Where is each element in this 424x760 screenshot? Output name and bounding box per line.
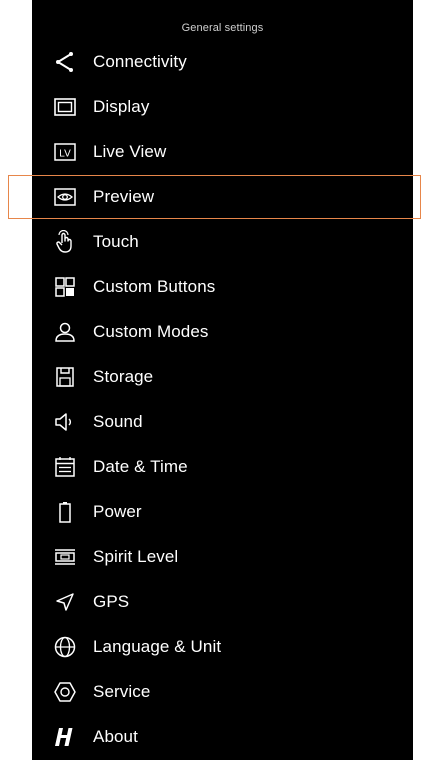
menu-item-storage[interactable]: Storage bbox=[32, 355, 413, 399]
menu-item-label: Live View bbox=[93, 142, 167, 161]
globe-icon bbox=[53, 635, 77, 659]
menu-item-date-time[interactable]: Date & Time bbox=[32, 445, 413, 489]
menu-item-label: Date & Time bbox=[93, 457, 188, 476]
live-view-icon: LV bbox=[53, 140, 77, 164]
menu-item-sound[interactable]: Sound bbox=[32, 400, 413, 444]
spirit-level-icon bbox=[53, 545, 77, 569]
menu-item-label: Custom Modes bbox=[93, 322, 209, 341]
eye-icon bbox=[53, 185, 77, 209]
menu-item-label: Display bbox=[93, 97, 150, 116]
touch-hand-icon bbox=[53, 230, 77, 254]
menu-item-custom-modes[interactable]: Custom Modes bbox=[32, 310, 413, 354]
svg-text:LV: LV bbox=[59, 149, 71, 160]
menu-item-label: Storage bbox=[93, 367, 154, 386]
calendar-icon bbox=[53, 455, 77, 479]
menu-item-label: GPS bbox=[93, 592, 130, 611]
hexagon-icon bbox=[53, 680, 77, 704]
battery-icon bbox=[53, 500, 77, 524]
menu-item-label: Connectivity bbox=[93, 52, 187, 71]
menu-item-about[interactable]: About bbox=[32, 715, 413, 759]
menu-item-label: Spirit Level bbox=[93, 547, 179, 566]
menu-item-label: Power bbox=[93, 502, 142, 521]
menu-item-spirit-level[interactable]: Spirit Level bbox=[32, 535, 413, 579]
menu-item-service[interactable]: Service bbox=[32, 670, 413, 714]
menu-item-touch[interactable]: Touch bbox=[32, 220, 413, 264]
location-arrow-icon bbox=[53, 590, 77, 614]
menu-item-preview[interactable]: Preview bbox=[32, 175, 413, 219]
menu-item-label: Preview bbox=[93, 187, 155, 206]
menu-item-label: Language & Unit bbox=[93, 637, 222, 656]
menu-item-language-unit[interactable]: Language & Unit bbox=[32, 625, 413, 669]
grid-buttons-icon bbox=[53, 275, 77, 299]
share-icon bbox=[53, 50, 77, 74]
hasselblad-logo-icon bbox=[53, 725, 77, 749]
user-icon bbox=[53, 320, 77, 344]
menu-item-live-view[interactable]: LV Live View bbox=[32, 130, 413, 174]
menu-item-label: Touch bbox=[93, 232, 139, 251]
menu-item-label: Sound bbox=[93, 412, 143, 431]
menu-item-label: Custom Buttons bbox=[93, 277, 216, 296]
page-title: General settings bbox=[181, 22, 264, 34]
menu-item-power[interactable]: Power bbox=[32, 490, 413, 534]
menu-item-display[interactable]: Display bbox=[32, 85, 413, 129]
display-icon bbox=[53, 95, 77, 119]
menu-item-gps[interactable]: GPS bbox=[32, 580, 413, 624]
menu-item-custom-buttons[interactable]: Custom Buttons bbox=[32, 265, 413, 309]
speaker-icon bbox=[53, 410, 77, 434]
menu-item-connectivity[interactable]: Connectivity bbox=[32, 40, 413, 84]
settings-panel: General settings Connectivity Display LV… bbox=[32, 0, 413, 760]
storage-card-icon bbox=[53, 365, 77, 389]
menu-item-label: Service bbox=[93, 682, 151, 701]
menu-item-label: About bbox=[93, 727, 138, 746]
